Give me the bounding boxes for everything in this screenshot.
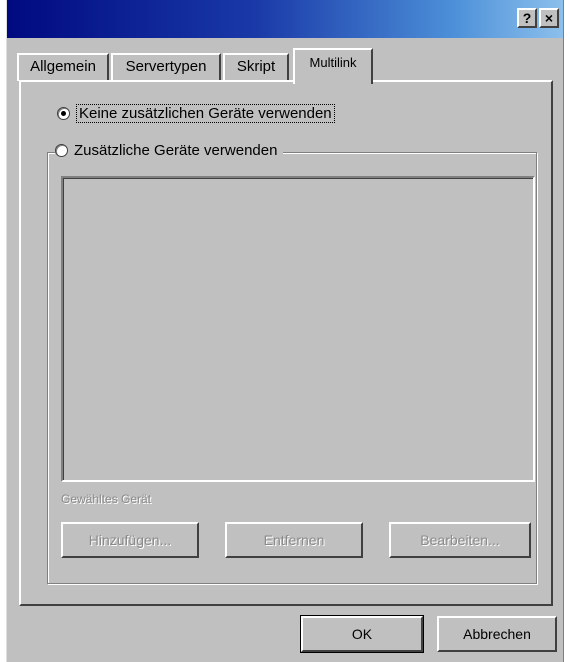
radio-button[interactable] xyxy=(55,144,68,157)
ok-button[interactable]: OK xyxy=(300,615,424,653)
tab-allgemein[interactable]: Allgemein xyxy=(17,53,109,81)
device-list[interactable] xyxy=(61,176,535,482)
tab-multilink[interactable]: Multilink xyxy=(293,48,373,84)
radio-button-checked[interactable] xyxy=(57,107,70,120)
option-additional-devices[interactable]: Zusätzliche Geräte verwenden xyxy=(55,142,284,159)
edit-button[interactable]: Bearbeiten... xyxy=(389,522,531,558)
device-list-area xyxy=(63,178,533,480)
selected-device-label: Gewähltes Gerät xyxy=(61,492,152,506)
tab-servertypen[interactable]: Servertypen xyxy=(111,53,221,81)
multilink-panel: Keine zusätzlichen Geräte verwenden Zusä… xyxy=(19,80,553,606)
option-label: Zusätzliche Geräte verwenden xyxy=(74,142,278,159)
cancel-button[interactable]: Abbrechen xyxy=(437,616,557,652)
close-button[interactable]: × xyxy=(539,8,559,28)
tab-skript[interactable]: Skript xyxy=(223,53,289,81)
close-icon: × xyxy=(544,10,554,26)
remove-button[interactable]: Entfernen xyxy=(225,522,363,558)
tab-label: Allgemein xyxy=(30,58,96,75)
help-button[interactable]: ? xyxy=(517,8,537,28)
title-bar[interactable]: ? × xyxy=(7,0,563,38)
tab-label: Skript xyxy=(236,58,276,75)
add-button[interactable]: Hinzufügen... xyxy=(61,522,199,558)
tab-label: Servertypen xyxy=(125,58,207,75)
option-label: Keine zusätzlichen Geräte verwenden xyxy=(76,104,335,123)
option-no-additional-devices[interactable]: Keine zusätzlichen Geräte verwenden xyxy=(57,104,335,123)
help-icon: ? xyxy=(522,10,532,26)
dialog-window: ? × Allgemein Servertypen Skript Multili… xyxy=(6,0,564,662)
tab-label: Multilink xyxy=(309,55,357,70)
